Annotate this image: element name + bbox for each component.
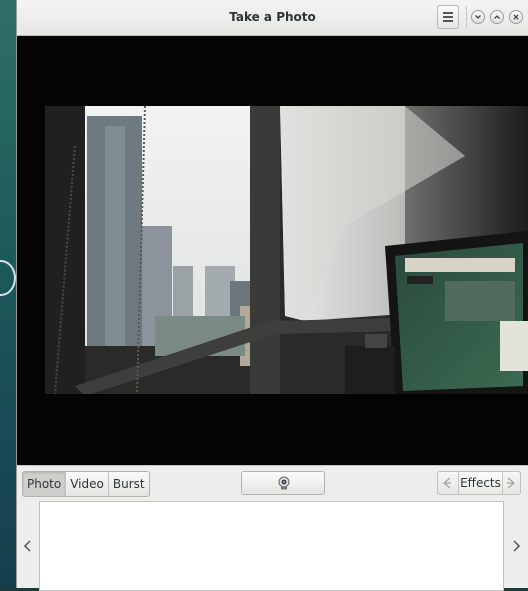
close-button[interactable] bbox=[509, 10, 523, 24]
camera-icon bbox=[278, 476, 290, 490]
take-photo-button[interactable] bbox=[241, 471, 325, 495]
maximize-button[interactable] bbox=[490, 10, 504, 24]
arrow-right-icon bbox=[507, 477, 516, 489]
prev-effect-button[interactable] bbox=[438, 472, 456, 494]
minimize-button[interactable] bbox=[471, 10, 485, 24]
camera-viewport bbox=[17, 36, 528, 465]
close-icon bbox=[513, 14, 519, 20]
next-effect-button[interactable] bbox=[502, 472, 520, 494]
camera-preview-image bbox=[45, 106, 528, 394]
maximize-icon bbox=[494, 15, 500, 19]
hamburger-icon bbox=[443, 12, 453, 14]
titlebar-separator bbox=[466, 6, 467, 28]
mode-switcher: Photo Video Burst bbox=[22, 471, 150, 497]
video-mode-button[interactable]: Video bbox=[66, 472, 109, 496]
titlebar: Take a Photo bbox=[17, 0, 528, 36]
menu-button[interactable] bbox=[437, 5, 459, 29]
thumbnail-gallery[interactable] bbox=[39, 501, 504, 591]
burst-mode-button[interactable]: Burst bbox=[109, 472, 149, 496]
minimize-icon bbox=[475, 15, 481, 19]
chevron-right-icon bbox=[513, 540, 521, 552]
hamburger-icon-line bbox=[443, 20, 453, 22]
camera-preview bbox=[45, 106, 528, 394]
hamburger-icon-line bbox=[443, 16, 453, 18]
desktop-widget-ring bbox=[0, 260, 16, 296]
effects-button[interactable]: Effects bbox=[458, 472, 503, 494]
arrow-left-icon bbox=[442, 477, 451, 489]
photo-mode-button[interactable]: Photo bbox=[23, 472, 67, 496]
gallery-next-button[interactable] bbox=[510, 538, 522, 554]
bottom-toolbar: Photo Video Burst Effects bbox=[17, 465, 528, 591]
desktop-background bbox=[0, 0, 16, 588]
gallery-prev-button[interactable] bbox=[22, 538, 34, 554]
chevron-left-icon bbox=[23, 540, 31, 552]
cheese-window: Take a Photo Photo Video Burst Effects bbox=[16, 0, 528, 591]
effects-group: Effects bbox=[437, 471, 521, 495]
